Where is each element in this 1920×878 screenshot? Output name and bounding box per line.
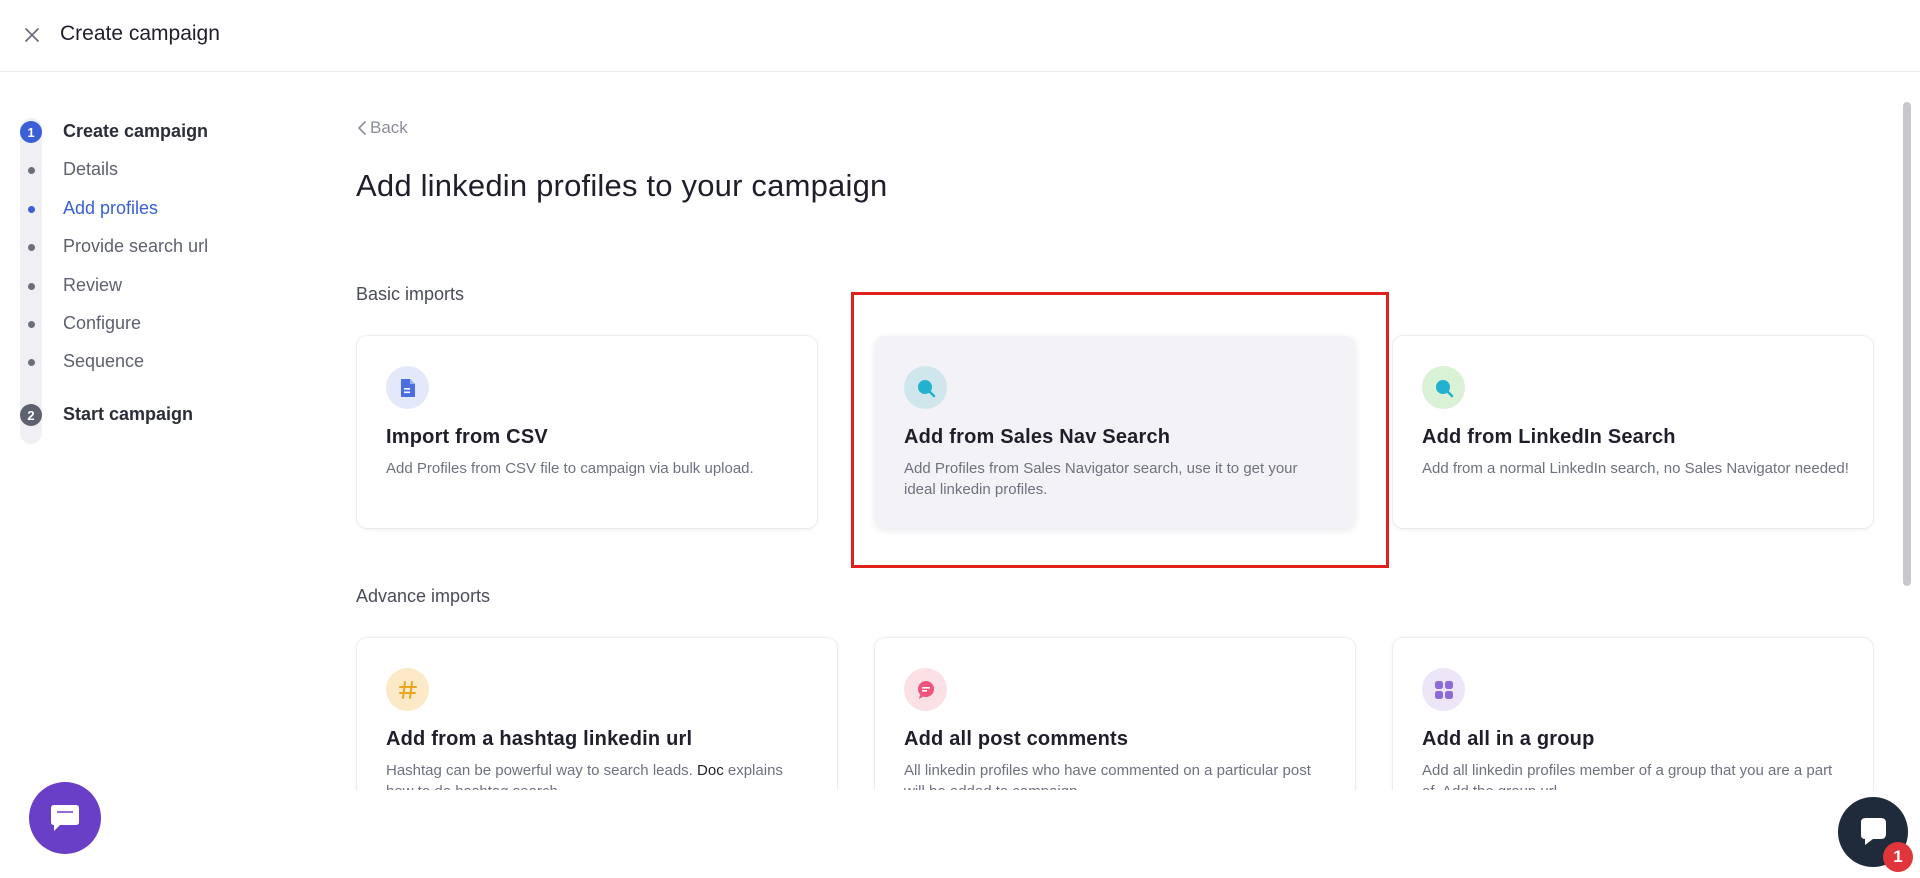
comment-icon xyxy=(904,668,947,711)
step-number: 2 xyxy=(20,404,42,426)
substep-label: Review xyxy=(63,275,123,295)
page-title: Add linkedin profiles to your campaign xyxy=(356,168,888,203)
substep-label: Add profiles xyxy=(63,198,159,218)
card-description: Add Profiles from CSV file to campaign v… xyxy=(386,460,754,477)
content-clip xyxy=(340,790,1900,878)
substep-label: Sequence xyxy=(63,351,145,371)
sales-nav-search-card[interactable]: Add from Sales Nav Search Add Profiles f… xyxy=(875,336,1355,528)
hashtag-icon xyxy=(386,668,429,711)
step-dot xyxy=(28,283,35,290)
top-bar: Create campaign xyxy=(0,0,1920,72)
chat-icon xyxy=(51,805,79,831)
card-title: Add from LinkedIn Search xyxy=(1422,426,1676,448)
step-number: 1 xyxy=(20,121,42,143)
back-link[interactable]: Back xyxy=(356,118,408,138)
step-label: Start campaign xyxy=(63,404,194,424)
search-icon xyxy=(904,366,947,409)
card-title: Add from a hashtag linkedin url xyxy=(386,728,693,750)
step-dot xyxy=(28,167,35,174)
step-dot xyxy=(28,206,35,213)
page-header-title: Create campaign xyxy=(60,22,220,45)
doc-link[interactable]: Doc xyxy=(697,762,724,779)
card-title: Import from CSV xyxy=(386,426,548,448)
substep-label: Provide search url xyxy=(63,236,209,256)
support-chat-icon xyxy=(1861,818,1886,845)
linkedin-search-card[interactable]: Add from LinkedIn Search Add from a norm… xyxy=(1393,336,1873,528)
step-label: Create campaign xyxy=(63,121,209,141)
import-csv-card[interactable]: Import from CSV Add Profiles from CSV fi… xyxy=(357,336,817,528)
group-icon xyxy=(1422,668,1465,711)
card-title: Add all post comments xyxy=(904,728,1129,750)
scrollbar-thumb[interactable] xyxy=(1903,102,1911,586)
document-icon xyxy=(386,366,429,409)
substep-label: Details xyxy=(63,159,119,179)
basic-imports-heading: Basic imports xyxy=(356,284,465,304)
close-icon[interactable] xyxy=(20,23,44,47)
card-title: Add all in a group xyxy=(1422,728,1595,750)
card-desc-text: Hashtag can be powerful way to search le… xyxy=(386,762,698,779)
chevron-left-icon xyxy=(357,121,366,135)
chat-launcher-button[interactable] xyxy=(29,782,101,854)
step-create-campaign[interactable]: 1 Create campaign xyxy=(20,118,208,146)
notification-badge: 1 xyxy=(1883,842,1913,872)
step-dot xyxy=(28,244,35,251)
back-label: Back xyxy=(370,118,408,137)
step-dot xyxy=(28,321,35,328)
step-start-campaign[interactable]: 2 Start campaign xyxy=(20,401,193,429)
card-title: Add from Sales Nav Search xyxy=(904,426,1171,448)
substep-label: Configure xyxy=(63,313,142,333)
card-description: Add Profiles from Sales Navigator search… xyxy=(904,460,1298,498)
card-description: Add from a normal LinkedIn search, no Sa… xyxy=(1422,460,1849,477)
advance-imports-heading: Advance imports xyxy=(356,586,491,606)
search-icon xyxy=(1422,366,1465,409)
step-dot xyxy=(28,359,35,366)
